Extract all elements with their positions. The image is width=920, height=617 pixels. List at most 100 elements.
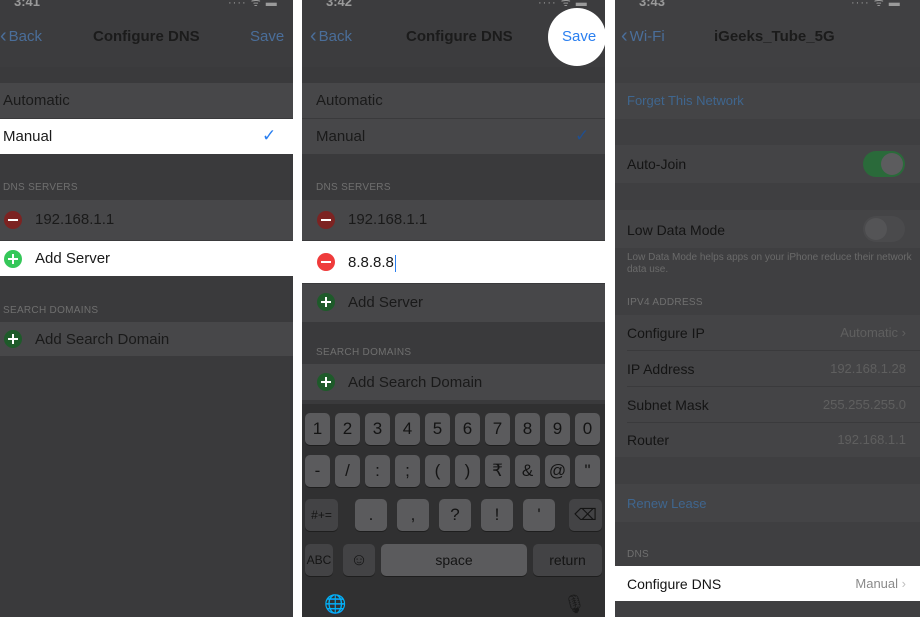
dns-server-row[interactable]: 192.168.1.1 [302, 200, 605, 240]
forget-network-link: Forget This Network [627, 93, 744, 108]
mode-manual-label: Manual [3, 128, 53, 145]
key-1[interactable]: , [397, 499, 429, 531]
status-icons: ···· ᯤ ▬ [228, 0, 278, 9]
delete-server-icon[interactable] [4, 211, 22, 229]
key-return[interactable]: return [533, 544, 602, 576]
dns-server-row[interactable]: 192.168.1.1 [0, 200, 293, 240]
key-0[interactable]: 1 [305, 413, 330, 445]
back-button[interactable]: ‹ Back [310, 25, 353, 47]
ip-address-row: IP Address 192.168.1.28 [615, 351, 920, 386]
search-domains-header: SEARCH DOMAINS [316, 347, 412, 358]
mode-automatic-row[interactable]: Automatic [302, 83, 605, 118]
mode-automatic-label: Automatic [316, 92, 383, 109]
key-2[interactable]: ? [439, 499, 471, 531]
low-data-mode-toggle[interactable] [863, 216, 905, 242]
key-1[interactable]: 2 [335, 413, 360, 445]
key-0[interactable]: - [305, 455, 330, 487]
key-abc[interactable]: ABC [305, 544, 333, 576]
save-button[interactable]: Save [250, 28, 284, 45]
key-4[interactable]: 5 [425, 413, 450, 445]
configure-dns-value: Manual › [855, 576, 906, 591]
auto-join-toggle[interactable] [863, 151, 905, 177]
back-button[interactable]: ‹ Back [0, 25, 43, 47]
key-3[interactable]: ; [395, 455, 420, 487]
configure-ip-label: Configure IP [627, 325, 705, 341]
key-3[interactable]: ! [481, 499, 513, 531]
add-search-domain-icon [317, 373, 335, 391]
ip-address-label: IP Address [627, 361, 695, 377]
configure-ip-value: Automatic › [840, 325, 906, 340]
key-8[interactable]: @ [545, 455, 570, 487]
mode-manual-label: Manual [316, 128, 366, 145]
back-label: Back [8, 28, 43, 45]
key-9[interactable]: " [575, 455, 600, 487]
page-title: Configure DNS [93, 28, 200, 45]
delete-server-icon[interactable] [317, 211, 335, 229]
key-0[interactable]: . [355, 499, 387, 531]
add-search-domain-row[interactable]: Add Search Domain [302, 364, 605, 400]
renew-lease-row[interactable]: Renew Lease [615, 484, 920, 522]
delete-server-icon[interactable] [317, 253, 335, 271]
add-server-row[interactable]: Add Server [302, 284, 605, 322]
key-1[interactable]: / [335, 455, 360, 487]
back-label: Back [318, 28, 353, 45]
dns-server-value: 192.168.1.1 [348, 211, 428, 228]
status-icons: ···· ᯤ ▬ [851, 0, 901, 9]
dns-server-row-editing[interactable]: 8.8.8.8 [302, 241, 605, 283]
key-6[interactable]: ₹ [485, 455, 510, 487]
status-time: 3:43 [639, 0, 666, 9]
key-3[interactable]: 4 [395, 413, 420, 445]
microphone-icon[interactable]: 🎙 [563, 594, 586, 615]
key-9[interactable]: 0 [575, 413, 600, 445]
dns-server-value: 192.168.1.1 [35, 211, 115, 228]
low-data-mode-label: Low Data Mode [627, 222, 726, 238]
mode-automatic-row[interactable]: Automatic [0, 83, 293, 118]
backspace-icon[interactable]: ⌫ [569, 499, 602, 531]
screen-configure-dns-1: 3:41 ···· ᯤ ▬ ‹ Back Configure DNS Save … [0, 0, 293, 617]
add-server-row[interactable]: Add Server [0, 241, 293, 276]
text-cursor [394, 254, 397, 272]
router-value: 192.168.1.1 [837, 432, 906, 447]
forget-network-row[interactable]: Forget This Network [615, 83, 920, 119]
key-8[interactable]: 9 [545, 413, 570, 445]
key-7[interactable]: 8 [515, 413, 540, 445]
key-2[interactable]: 3 [365, 413, 390, 445]
key-more-symbols[interactable]: #+= [305, 499, 338, 531]
chevron-left-icon: ‹ [621, 25, 628, 47]
configure-dns-label: Configure DNS [627, 576, 722, 592]
add-search-domain-row[interactable]: Add Search Domain [0, 322, 293, 356]
chevron-left-icon: ‹ [0, 25, 7, 47]
router-row: Router 192.168.1.1 [615, 423, 920, 457]
numeric-keyboard: 1234567890 - /:;() ₹ & @ " #+=.,?! ' ⌫ ABC ☺ sp… [302, 404, 605, 617]
save-button[interactable]: Save [562, 28, 596, 45]
key-6[interactable]: 7 [485, 413, 510, 445]
back-label: Wi-Fi [629, 28, 665, 45]
dns-server-input-value: 8.8.8.8 [348, 254, 394, 271]
chevron-right-icon: › [901, 576, 906, 591]
key-5[interactable]: ) [455, 455, 480, 487]
mode-manual-row[interactable]: Manual ✓ [302, 119, 605, 154]
configure-ip-row[interactable]: Configure IP Automatic › [615, 315, 920, 350]
emoji-key-icon[interactable]: ☺ [343, 544, 375, 576]
key-4[interactable]: ' [523, 499, 555, 531]
configure-dns-row[interactable]: Configure DNS Manual › [615, 566, 920, 601]
key-2[interactable]: : [365, 455, 390, 487]
back-to-wifi-button[interactable]: ‹ Wi-Fi [621, 25, 665, 47]
screen-wifi-network-details: 3:43 ···· ᯤ ▬ ‹ Wi-Fi iGeeks_Tube_5G For… [615, 0, 920, 617]
key-5[interactable]: 6 [455, 413, 480, 445]
key-4[interactable]: ( [425, 455, 450, 487]
key-7[interactable]: & [515, 455, 540, 487]
network-name-title: iGeeks_Tube_5G [714, 28, 835, 45]
chevron-left-icon: ‹ [310, 25, 317, 47]
key-space[interactable]: space [381, 544, 527, 576]
low-data-mode-footnote: Low Data Mode helps apps on your iPhone … [627, 252, 912, 275]
chevron-right-icon: › [901, 325, 906, 340]
globe-icon[interactable]: 🌐 [324, 594, 346, 615]
subnet-mask-label: Subnet Mask [627, 397, 709, 413]
mode-manual-row[interactable]: Manual ✓ [0, 119, 293, 154]
dns-header: DNS [627, 549, 650, 560]
add-server-label: Add Server [348, 294, 424, 311]
add-search-domain-label: Add Search Domain [35, 331, 170, 348]
dns-server-input[interactable]: 8.8.8.8 [348, 254, 397, 272]
subnet-mask-value: 255.255.255.0 [822, 397, 906, 412]
